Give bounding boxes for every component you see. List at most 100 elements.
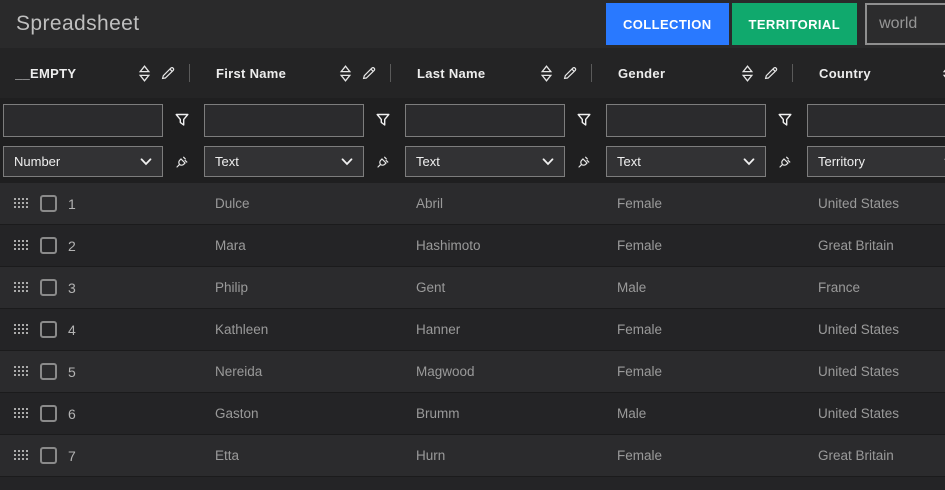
column-header-cell: Last Name (402, 48, 603, 98)
territorial-button[interactable]: TERRITORIAL (731, 3, 858, 45)
cell-country[interactable]: France (804, 267, 945, 308)
cell-last-name[interactable]: Abril (402, 183, 603, 224)
collection-button[interactable]: COLLECTION (606, 3, 729, 45)
cell-last-name[interactable]: Hashimoto (402, 225, 603, 266)
row-checkbox[interactable] (40, 237, 57, 254)
cell-country[interactable]: United States (804, 309, 945, 350)
type-select[interactable]: Text (204, 146, 364, 177)
cell-gender[interactable]: Female (603, 309, 804, 350)
table-row[interactable]: 2 Mara Hashimoto Female Great Britain (0, 225, 945, 267)
drag-handle-icon[interactable] (14, 366, 29, 377)
cell-country[interactable]: United States (804, 393, 945, 434)
row-number: 5 (68, 363, 76, 380)
row-head-cell: 4 (0, 309, 201, 350)
cell-gender[interactable]: Female (603, 183, 804, 224)
drag-handle-icon[interactable] (14, 408, 29, 419)
row-checkbox[interactable] (40, 321, 57, 338)
drag-handle-icon[interactable] (14, 240, 29, 251)
cell-last-name[interactable]: Hanner (402, 309, 603, 350)
type-select-value: Text (416, 154, 440, 169)
edit-icon[interactable] (562, 65, 578, 81)
edit-icon[interactable] (763, 65, 779, 81)
row-checkbox[interactable] (40, 363, 57, 380)
drag-handle-icon[interactable] (14, 198, 29, 209)
connect-plug-icon[interactable] (778, 154, 793, 169)
topbar-actions: COLLECTION TERRITORIAL (606, 3, 945, 45)
cell-first-name[interactable]: Kathleen (201, 309, 402, 350)
connect-plug-icon[interactable] (175, 154, 190, 169)
cell-first-name[interactable]: Mara (201, 225, 402, 266)
cell-country[interactable]: United States (804, 351, 945, 392)
type-select[interactable]: Territory (807, 146, 945, 177)
connect-plug-icon[interactable] (577, 154, 592, 169)
row-checkbox[interactable] (40, 195, 57, 212)
table-row[interactable]: 4 Kathleen Hanner Female United States (0, 309, 945, 351)
column-header-label: First Name (216, 65, 287, 81)
column-separator (591, 64, 592, 82)
cell-first-name[interactable]: Gaston (201, 393, 402, 434)
type-cell: Number (0, 142, 201, 183)
filter-icon[interactable] (175, 113, 189, 127)
table-row[interactable]: 7 Etta Hurn Female Great Britain (0, 435, 945, 477)
cell-gender[interactable]: Male (603, 393, 804, 434)
edit-icon[interactable] (160, 65, 176, 81)
search-input[interactable] (865, 3, 945, 45)
cell-gender[interactable]: Female (603, 351, 804, 392)
cell-first-name[interactable]: Philip (201, 267, 402, 308)
row-number: 4 (68, 321, 76, 338)
cell-gender[interactable]: Male (603, 267, 804, 308)
cell-last-name[interactable]: Magwood (402, 351, 603, 392)
filter-icon[interactable] (376, 113, 390, 127)
cell-last-name[interactable]: Brumm (402, 393, 603, 434)
drag-handle-icon[interactable] (14, 450, 29, 461)
sort-icon[interactable] (138, 64, 151, 82)
filter-input[interactable] (405, 103, 565, 137)
filter-input[interactable] (606, 103, 766, 137)
filter-icon[interactable] (778, 113, 792, 127)
cell-first-name[interactable]: Etta (201, 435, 402, 476)
filter-input[interactable] (204, 103, 364, 137)
connect-icon-slot (766, 146, 804, 177)
filter-icon-slot (766, 113, 804, 127)
row-number: 3 (68, 279, 76, 296)
table-row[interactable]: 3 Philip Gent Male France (0, 267, 945, 309)
sort-icon[interactable] (339, 64, 352, 82)
row-checkbox[interactable] (40, 279, 57, 296)
column-header-label: Gender (618, 65, 666, 81)
sort-icon[interactable] (741, 64, 754, 82)
edit-icon[interactable] (361, 65, 377, 81)
table-row[interactable]: 1 Dulce Abril Female United States (0, 183, 945, 225)
column-header-cell: __EMPTY (0, 48, 201, 98)
drag-handle-icon[interactable] (14, 324, 29, 335)
cell-country[interactable]: Great Britain (804, 225, 945, 266)
row-number: 6 (68, 405, 76, 422)
type-select[interactable]: Text (405, 146, 565, 177)
connect-icon-slot (565, 146, 603, 177)
row-checkbox[interactable] (40, 405, 57, 422)
connect-plug-icon[interactable] (376, 154, 391, 169)
cell-first-name[interactable]: Dulce (201, 183, 402, 224)
cell-first-name[interactable]: Nereida (201, 351, 402, 392)
row-head-cell: 3 (0, 267, 201, 308)
filter-icon[interactable] (577, 113, 591, 127)
cell-gender[interactable]: Female (603, 225, 804, 266)
cell-gender[interactable]: Female (603, 435, 804, 476)
table-row[interactable]: 6 Gaston Brumm Male United States (0, 393, 945, 435)
row-checkbox[interactable] (40, 447, 57, 464)
type-select[interactable]: Number (3, 146, 163, 177)
sort-icon[interactable] (540, 64, 553, 82)
filter-input[interactable] (3, 103, 163, 137)
cell-last-name[interactable]: Gent (402, 267, 603, 308)
type-select[interactable]: Text (606, 146, 766, 177)
type-select-value: Text (215, 154, 239, 169)
filter-cell (402, 98, 603, 142)
type-row: Number Text Text Text Territory (0, 142, 945, 183)
cell-last-name[interactable]: Hurn (402, 435, 603, 476)
drag-handle-icon[interactable] (14, 282, 29, 293)
header-row: __EMPTY First Name Last Name Gender Coun… (0, 48, 945, 98)
filter-input[interactable] (807, 103, 945, 137)
column-header-cell: Gender (603, 48, 804, 98)
cell-country[interactable]: United States (804, 183, 945, 224)
cell-country[interactable]: Great Britain (804, 435, 945, 476)
table-row[interactable]: 5 Nereida Magwood Female United States (0, 351, 945, 393)
